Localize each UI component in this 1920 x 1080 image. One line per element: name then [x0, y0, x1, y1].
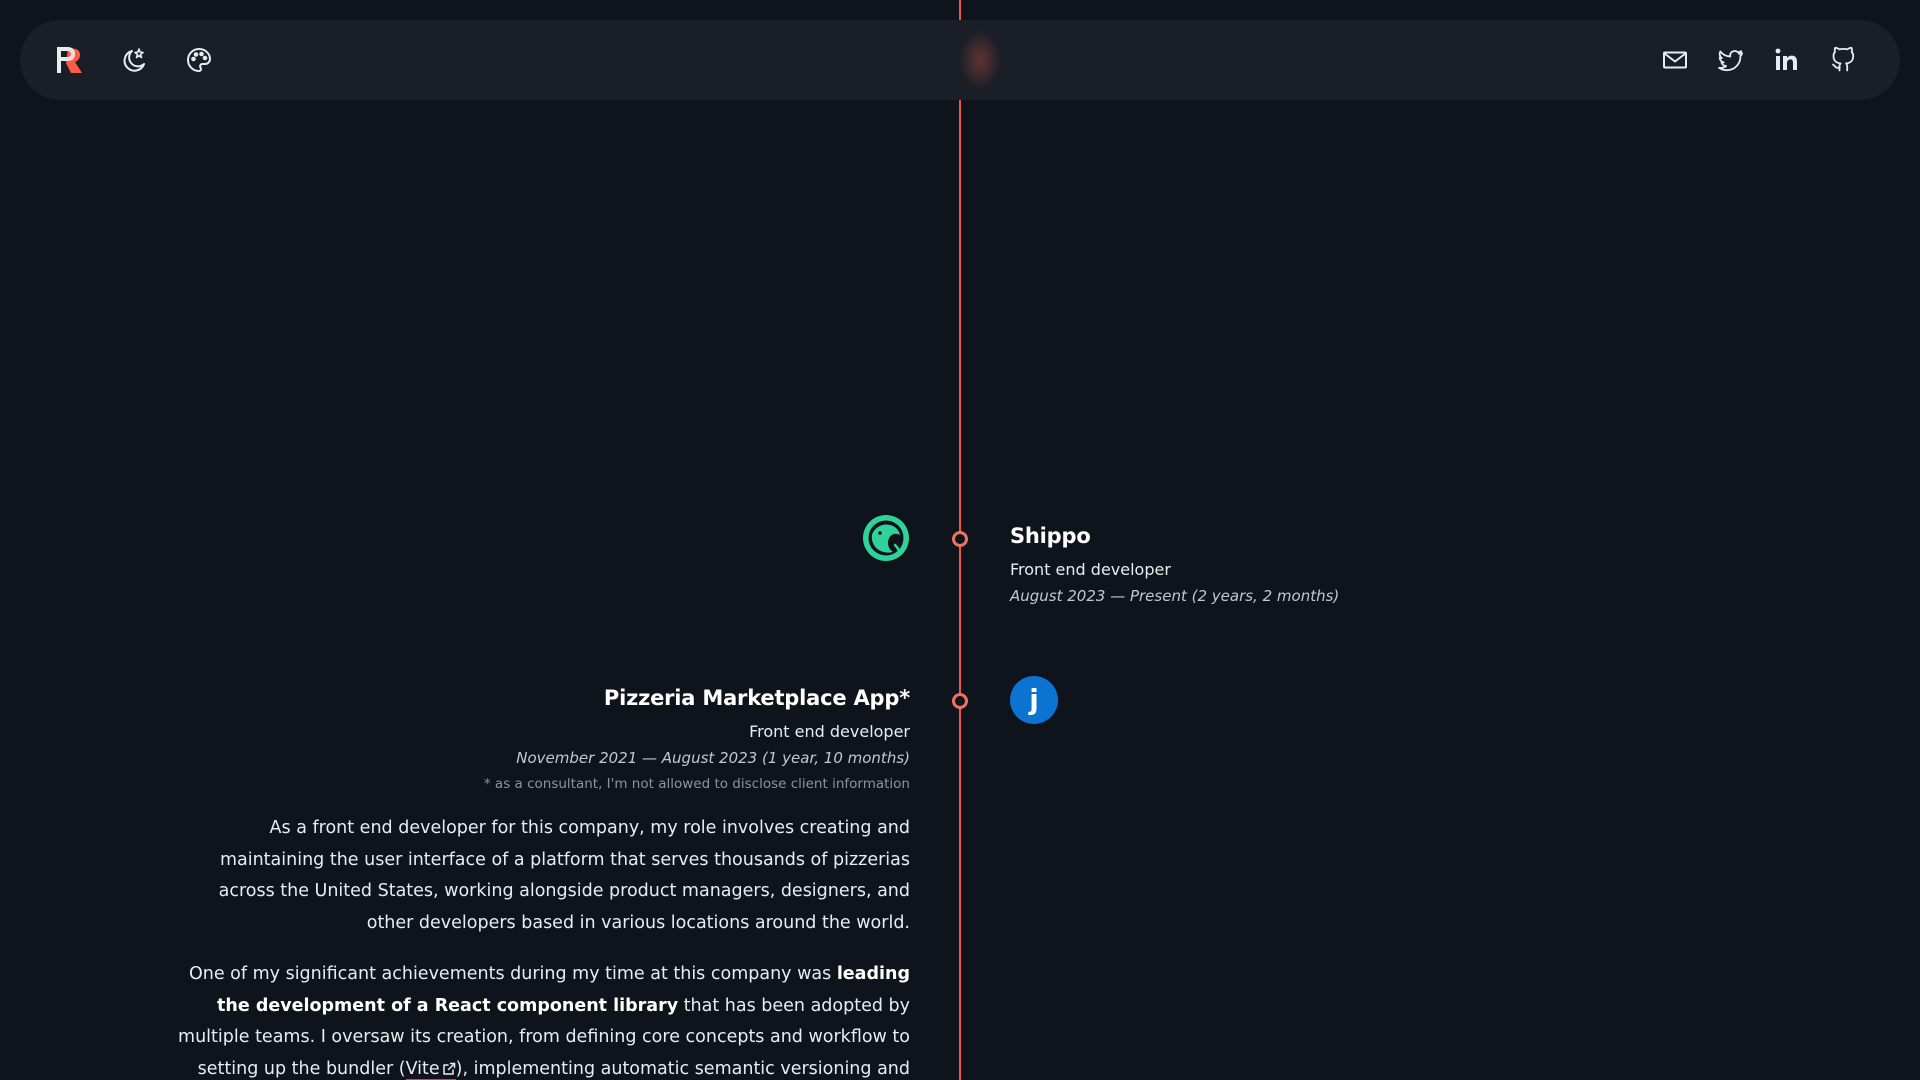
job-dates: August 2023 — Present (2 years, 2 months… [1010, 587, 1340, 605]
job-description-2: One of my significant achievements durin… [170, 959, 910, 1080]
vite-link[interactable]: Vite [405, 1058, 456, 1080]
logo-icon[interactable] [52, 41, 88, 79]
vite-link-label: Vite [405, 1058, 440, 1079]
nav-right [1656, 41, 1862, 79]
company-name: Pizzeria Marketplace App* [603, 686, 910, 710]
nav-left [52, 41, 218, 79]
description-text: ), implementing automatic semantic versi… [455, 1058, 910, 1079]
shippo-logo-icon [862, 514, 910, 562]
job-dates: November 2021 — August 2023 (1 year, 10 … [516, 749, 910, 767]
company-logo-letter: j [1029, 683, 1039, 716]
palette-icon[interactable] [180, 41, 218, 79]
twitter-icon[interactable] [1712, 41, 1750, 79]
description-text: One of my significant achievements durin… [188, 964, 837, 984]
navbar [20, 20, 1900, 100]
timeline-entry-shippo: Shippo Front end developer August 2023 —… [1010, 524, 1610, 605]
theme-toggle-icon[interactable] [115, 41, 153, 79]
job-description-1: As a front end developer for this compan… [218, 818, 910, 933]
consultant-note: * as a consultant, I'm not allowed to di… [483, 776, 910, 792]
timeline-entry-pizzeria: Pizzeria Marketplace App* Front end deve… [170, 686, 910, 1080]
timeline-node-shippo [952, 531, 968, 547]
linkedin-icon[interactable] [1768, 41, 1806, 79]
external-link-icon [442, 1062, 455, 1075]
company-name: Shippo [1010, 524, 1091, 548]
job-role: Front end developer [1010, 560, 1171, 579]
company-j-logo-icon: j [1010, 676, 1058, 724]
timeline-node-pizzeria [952, 693, 968, 709]
mail-icon[interactable] [1656, 41, 1694, 79]
job-role: Front end developer [749, 722, 910, 741]
github-icon[interactable] [1824, 41, 1862, 79]
